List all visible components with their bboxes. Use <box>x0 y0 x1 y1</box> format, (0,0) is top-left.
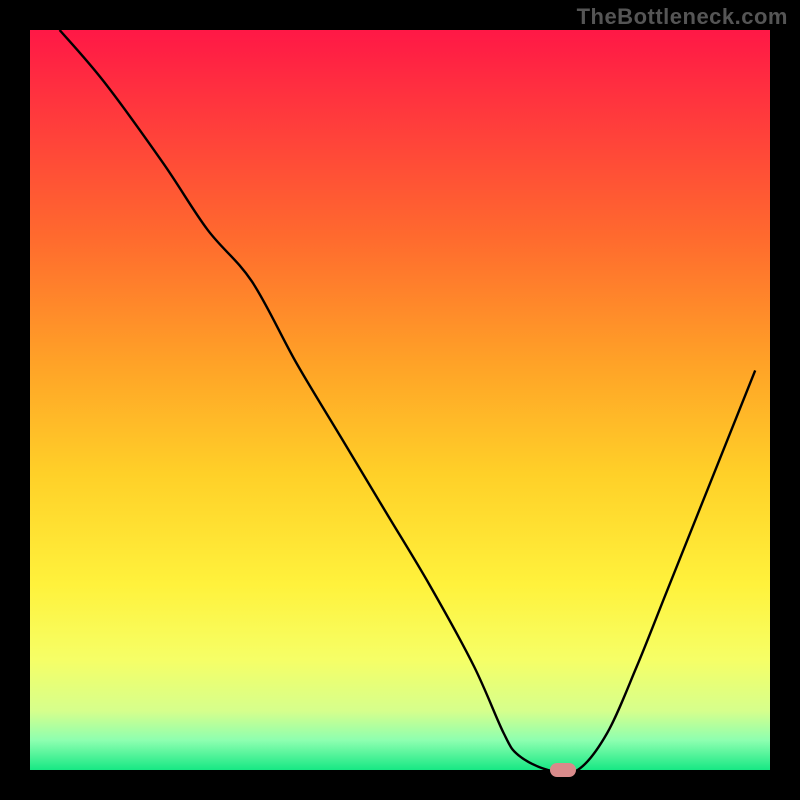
marker-pill <box>550 763 576 777</box>
chart-frame: TheBottleneck.com <box>0 0 800 800</box>
chart-svg <box>30 30 770 770</box>
plot-area <box>30 30 770 770</box>
gradient-background <box>30 30 770 770</box>
watermark-text: TheBottleneck.com <box>577 4 788 30</box>
